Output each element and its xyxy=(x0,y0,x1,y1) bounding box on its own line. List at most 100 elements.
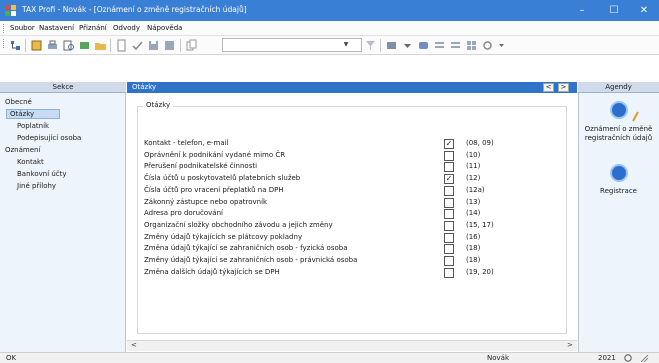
status-bar xyxy=(0,352,659,363)
question-label: Čísla účtů pro vracení přeplatků na DPH xyxy=(144,186,284,194)
question-label: Zákonný zástupce nebo opatrovník xyxy=(144,198,268,206)
question-checkbox[interactable] xyxy=(444,256,454,266)
question-checkbox[interactable] xyxy=(444,244,454,254)
tree-item-oznameni[interactable]: Oznámení xyxy=(5,146,40,155)
menu-grip[interactable] xyxy=(3,24,5,33)
new-document-icon[interactable] xyxy=(115,39,128,52)
close-button[interactable]: ✕ xyxy=(629,0,659,21)
chevron-down-icon[interactable]: ▼ xyxy=(341,39,351,51)
filter-icon[interactable] xyxy=(364,39,377,52)
save-all-icon[interactable] xyxy=(163,39,176,52)
tree-item-poplatnik[interactable]: Poplatník xyxy=(17,122,49,131)
question-code: (19, 20) xyxy=(466,268,494,276)
tree-item-podepisujici-osoba[interactable]: Podepisující osoba xyxy=(17,134,81,143)
toolbar-separator xyxy=(25,39,26,52)
settings-icon[interactable] xyxy=(481,39,494,52)
question-code: (16) xyxy=(466,233,481,241)
open-folder-icon[interactable] xyxy=(94,39,107,52)
tree-item-kontakt[interactable]: Kontakt xyxy=(17,158,44,167)
question-checkbox[interactable] xyxy=(444,221,454,231)
question-label: Kontakt - telefon, e-mail xyxy=(144,139,229,147)
menu-priznani[interactable]: Přiznání xyxy=(79,23,107,34)
agenda-change-notice-label-2[interactable]: registračních údajů xyxy=(578,134,659,143)
question-label: Oprávnění k podnikání vydané mimo ČR xyxy=(144,151,286,159)
agendas-panel xyxy=(578,82,659,352)
export-icon[interactable] xyxy=(78,39,91,52)
question-checkbox[interactable] xyxy=(444,209,454,219)
prev-section-button[interactable]: < xyxy=(543,83,554,92)
toolbar: ▼ xyxy=(0,36,659,55)
agenda-registration-label[interactable]: Registrace xyxy=(578,187,659,196)
maximize-button[interactable]: ☐ xyxy=(599,0,629,21)
save-icon[interactable] xyxy=(147,39,160,52)
tree-view-icon[interactable] xyxy=(9,39,22,52)
status-year: 2021 xyxy=(598,354,616,362)
title-bar[interactable]: TAX Profi - Novák - [Oznámení o změně re… xyxy=(0,0,659,21)
main-header: Otázky xyxy=(127,82,577,93)
question-checkbox[interactable] xyxy=(444,198,454,208)
dropdown-small-icon[interactable] xyxy=(401,39,414,52)
scroll-right-arrow[interactable]: > xyxy=(567,341,573,350)
toolbar-separator xyxy=(110,39,111,52)
question-checkbox[interactable] xyxy=(444,162,454,172)
question-checkbox[interactable] xyxy=(444,186,454,196)
question-code: (10) xyxy=(466,151,481,159)
calculate-icon[interactable] xyxy=(30,39,43,52)
tree-item-obecne[interactable]: Obecné xyxy=(5,98,32,107)
question-code: (08, 09) xyxy=(466,139,494,147)
sections-header: Sekce xyxy=(0,82,126,93)
question-label: Změna údajů týkající se zahraničních oso… xyxy=(144,244,348,252)
menu-napoveda[interactable]: Nápověda xyxy=(147,23,182,34)
database-icon[interactable] xyxy=(417,39,430,52)
agenda-registration-icon[interactable] xyxy=(610,164,628,182)
pencil-icon xyxy=(632,111,639,122)
window-title: TAX Profi - Novák - [Oznámení o změně re… xyxy=(22,5,247,14)
menu-nastaveni[interactable]: Nastavení xyxy=(39,23,74,34)
menu-soubor[interactable]: Soubor xyxy=(10,23,35,34)
questions-group-label: Otázky xyxy=(143,101,174,110)
question-code: (13) xyxy=(466,198,481,206)
print-icon[interactable] xyxy=(46,39,59,52)
tree-item-otazky[interactable]: Otázky xyxy=(10,110,34,119)
check-icon[interactable] xyxy=(131,39,144,52)
agenda-change-notice-label[interactable]: Oznámení o změně xyxy=(578,125,659,134)
horizontal-scrollbar[interactable] xyxy=(127,340,577,351)
table-icon[interactable] xyxy=(385,39,398,52)
question-code: (12a) xyxy=(466,186,485,194)
tree-item-jine-prilohy[interactable]: Jiné přílohy xyxy=(17,182,56,191)
toolbar-separator xyxy=(180,39,181,52)
question-code: (11) xyxy=(466,162,481,170)
grid-icon[interactable] xyxy=(465,39,478,52)
copy-icon[interactable] xyxy=(185,39,198,52)
question-code: (14) xyxy=(466,209,481,217)
question-label: Změna dalších údajů týkajících se DPH xyxy=(144,268,280,276)
question-code: (12) xyxy=(466,174,481,182)
resize-grip-icon[interactable] xyxy=(640,354,649,362)
globe-icon xyxy=(624,354,632,362)
scroll-left-arrow[interactable]: < xyxy=(131,341,137,350)
question-checkbox[interactable] xyxy=(444,233,454,243)
chevron-down-icon[interactable] xyxy=(495,39,508,52)
question-label: Adresa pro doručování xyxy=(144,209,223,217)
toolbar-separator xyxy=(380,39,381,52)
question-label: Změny údajů týkající se zahraničních oso… xyxy=(144,256,358,264)
question-checkbox[interactable] xyxy=(444,268,454,278)
print-preview-icon[interactable] xyxy=(62,39,75,52)
agenda-change-notice-icon[interactable] xyxy=(610,101,628,119)
status-user: Novák xyxy=(487,354,510,362)
list-detail-icon[interactable] xyxy=(449,39,462,52)
question-code: (18) xyxy=(466,244,481,252)
toolbar-grip[interactable] xyxy=(3,39,5,48)
question-checkbox[interactable]: ✓ xyxy=(444,174,454,184)
app-logo-icon xyxy=(5,5,16,16)
menu-odvody[interactable]: Odvody xyxy=(113,23,140,34)
question-checkbox[interactable] xyxy=(444,151,454,161)
question-checkbox[interactable]: ✓ xyxy=(444,139,454,149)
minimize-button[interactable]: – xyxy=(567,0,597,21)
list-icon[interactable] xyxy=(433,39,446,52)
agendas-header: Agendy xyxy=(578,82,659,93)
tree-item-bankovni-ucty[interactable]: Bankovní účty xyxy=(17,170,67,179)
next-section-button[interactable]: > xyxy=(558,83,569,92)
question-code: (15, 17) xyxy=(466,221,494,229)
question-label: Organizační složky obchodního závodu a j… xyxy=(144,221,333,229)
